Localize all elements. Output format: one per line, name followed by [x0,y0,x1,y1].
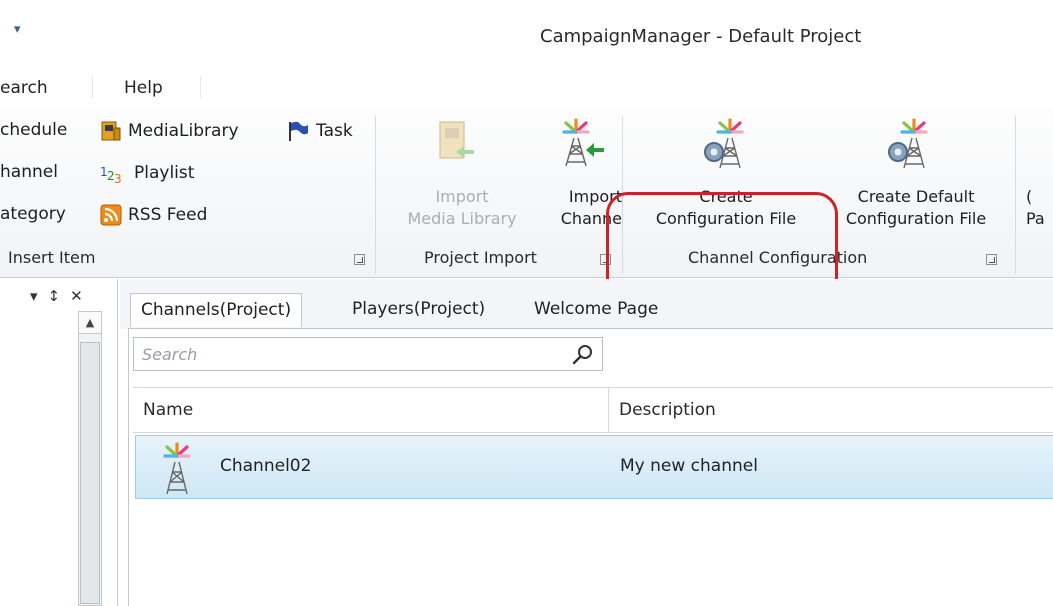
menu-bar: earch Help [0,70,1053,106]
create-default-config-line2: Configuration File [845,209,987,228]
create-config-icon [704,118,744,169]
scroll-thumb[interactable] [80,342,100,604]
column-header-name[interactable]: Name [143,400,193,420]
channel-description-cell: My new channel [620,456,758,476]
insert-task-label: Task [316,121,353,141]
insert-media-library[interactable]: MediaLibrary [100,120,239,142]
channel-configuration-group-label: Channel Configuration [688,248,868,267]
import-media-library-button[interactable]: Import Media Library [387,186,537,230]
scroll-up-icon[interactable]: ▲ [79,312,101,334]
quick-access-dropdown[interactable]: ▾ [14,22,21,37]
import-channel-line1: Import [568,187,622,206]
pane-toolbar: ▾ ↕ ✕ [30,287,83,305]
insert-item-launcher-icon[interactable] [354,254,365,265]
insert-item-group-label: Insert Item [8,248,96,267]
search-box [133,337,603,371]
partial-ribbon-button[interactable]: ( Pa [1026,186,1053,230]
import-channel-button[interactable]: Import Channe [532,186,622,230]
channel-tower-icon [163,442,191,495]
create-config-line1: Create [699,187,753,206]
channel-name-cell: Channel02 [220,456,312,476]
left-dock-pane: ▾ ↕ ✕ ▲ [0,279,118,606]
tab-channels-project[interactable]: Channels(Project) [130,293,303,327]
insert-category[interactable]: ategory [0,204,66,224]
create-config-line2: Configuration File [655,209,797,228]
channel-configuration-launcher-icon[interactable] [986,254,997,265]
rss-icon [100,204,122,226]
ribbon-group-divider [1015,116,1016,274]
insert-playlist-label: Playlist [134,163,195,183]
create-default-config-line1: Create Default [857,187,975,206]
column-divider[interactable] [608,388,609,432]
tab-welcome-page[interactable]: Welcome Page [524,293,668,327]
create-configuration-file-button[interactable]: Create Configuration File [636,186,816,230]
playlist-icon: 1 2 3 [100,165,122,184]
import-media-library-icon [439,121,474,159]
menu-divider [200,76,201,98]
search-input[interactable] [134,338,564,370]
insert-schedule[interactable]: chedule [0,120,67,140]
channels-panel: Name Description Channel02 My new channe… [128,328,1053,606]
menu-search[interactable]: earch [0,78,48,98]
import-channel-line2: Channe [560,209,622,228]
insert-schedule-label: chedule [0,120,68,140]
import-media-library-line2: Media Library [407,209,517,228]
svg-text:3: 3 [114,172,122,184]
create-default-config-icon [888,118,928,169]
insert-rss-feed-label: RSS Feed [128,205,208,225]
ribbon-group-divider [622,116,623,274]
document-tabs: Channels(Project) Players(Project) Welco… [120,279,1053,329]
pane-menu-icon[interactable]: ▾ [30,287,38,305]
import-channel-icon [562,118,604,167]
create-default-configuration-file-button[interactable]: Create Default Configuration File [828,186,1004,230]
grid-header: Name Description [133,387,1053,433]
search-icon[interactable] [572,344,594,366]
insert-media-library-label: MediaLibrary [128,121,239,141]
table-row[interactable]: Channel02 My new channel [135,435,1053,499]
flag-icon [289,121,308,141]
ribbon: chedule MediaLibrary Task hannel 1 2 3 P… [0,106,1053,366]
insert-channel[interactable]: hannel [0,162,58,182]
project-import-group-label: Project Import [424,248,537,267]
partial-ribbon-line1: ( [1026,187,1033,206]
tab-players-project[interactable]: Players(Project) [342,293,495,327]
insert-task[interactable]: Task [286,120,353,142]
ribbon-group-divider [375,116,376,274]
media-library-icon [101,121,121,141]
close-icon[interactable]: ✕ [70,287,83,305]
window-title: CampaignManager - Default Project [540,26,862,47]
vertical-scrollbar[interactable]: ▲ [78,311,102,606]
menu-help[interactable]: Help [124,78,163,98]
insert-rss-feed[interactable]: RSS Feed [100,204,207,226]
insert-channel-label: hannel [0,162,58,182]
insert-playlist[interactable]: 1 2 3 Playlist [100,162,194,184]
title-bar: ▾ CampaignManager - Default Project [0,0,1053,70]
menu-divider [92,76,93,98]
partial-ribbon-line2: Pa [1026,209,1045,228]
pin-icon[interactable]: ↕ [48,287,61,305]
project-import-launcher-icon[interactable] [600,254,611,265]
import-media-library-line1: Import [435,187,489,206]
column-header-description[interactable]: Description [619,400,716,420]
insert-category-label: ategory [0,204,66,224]
